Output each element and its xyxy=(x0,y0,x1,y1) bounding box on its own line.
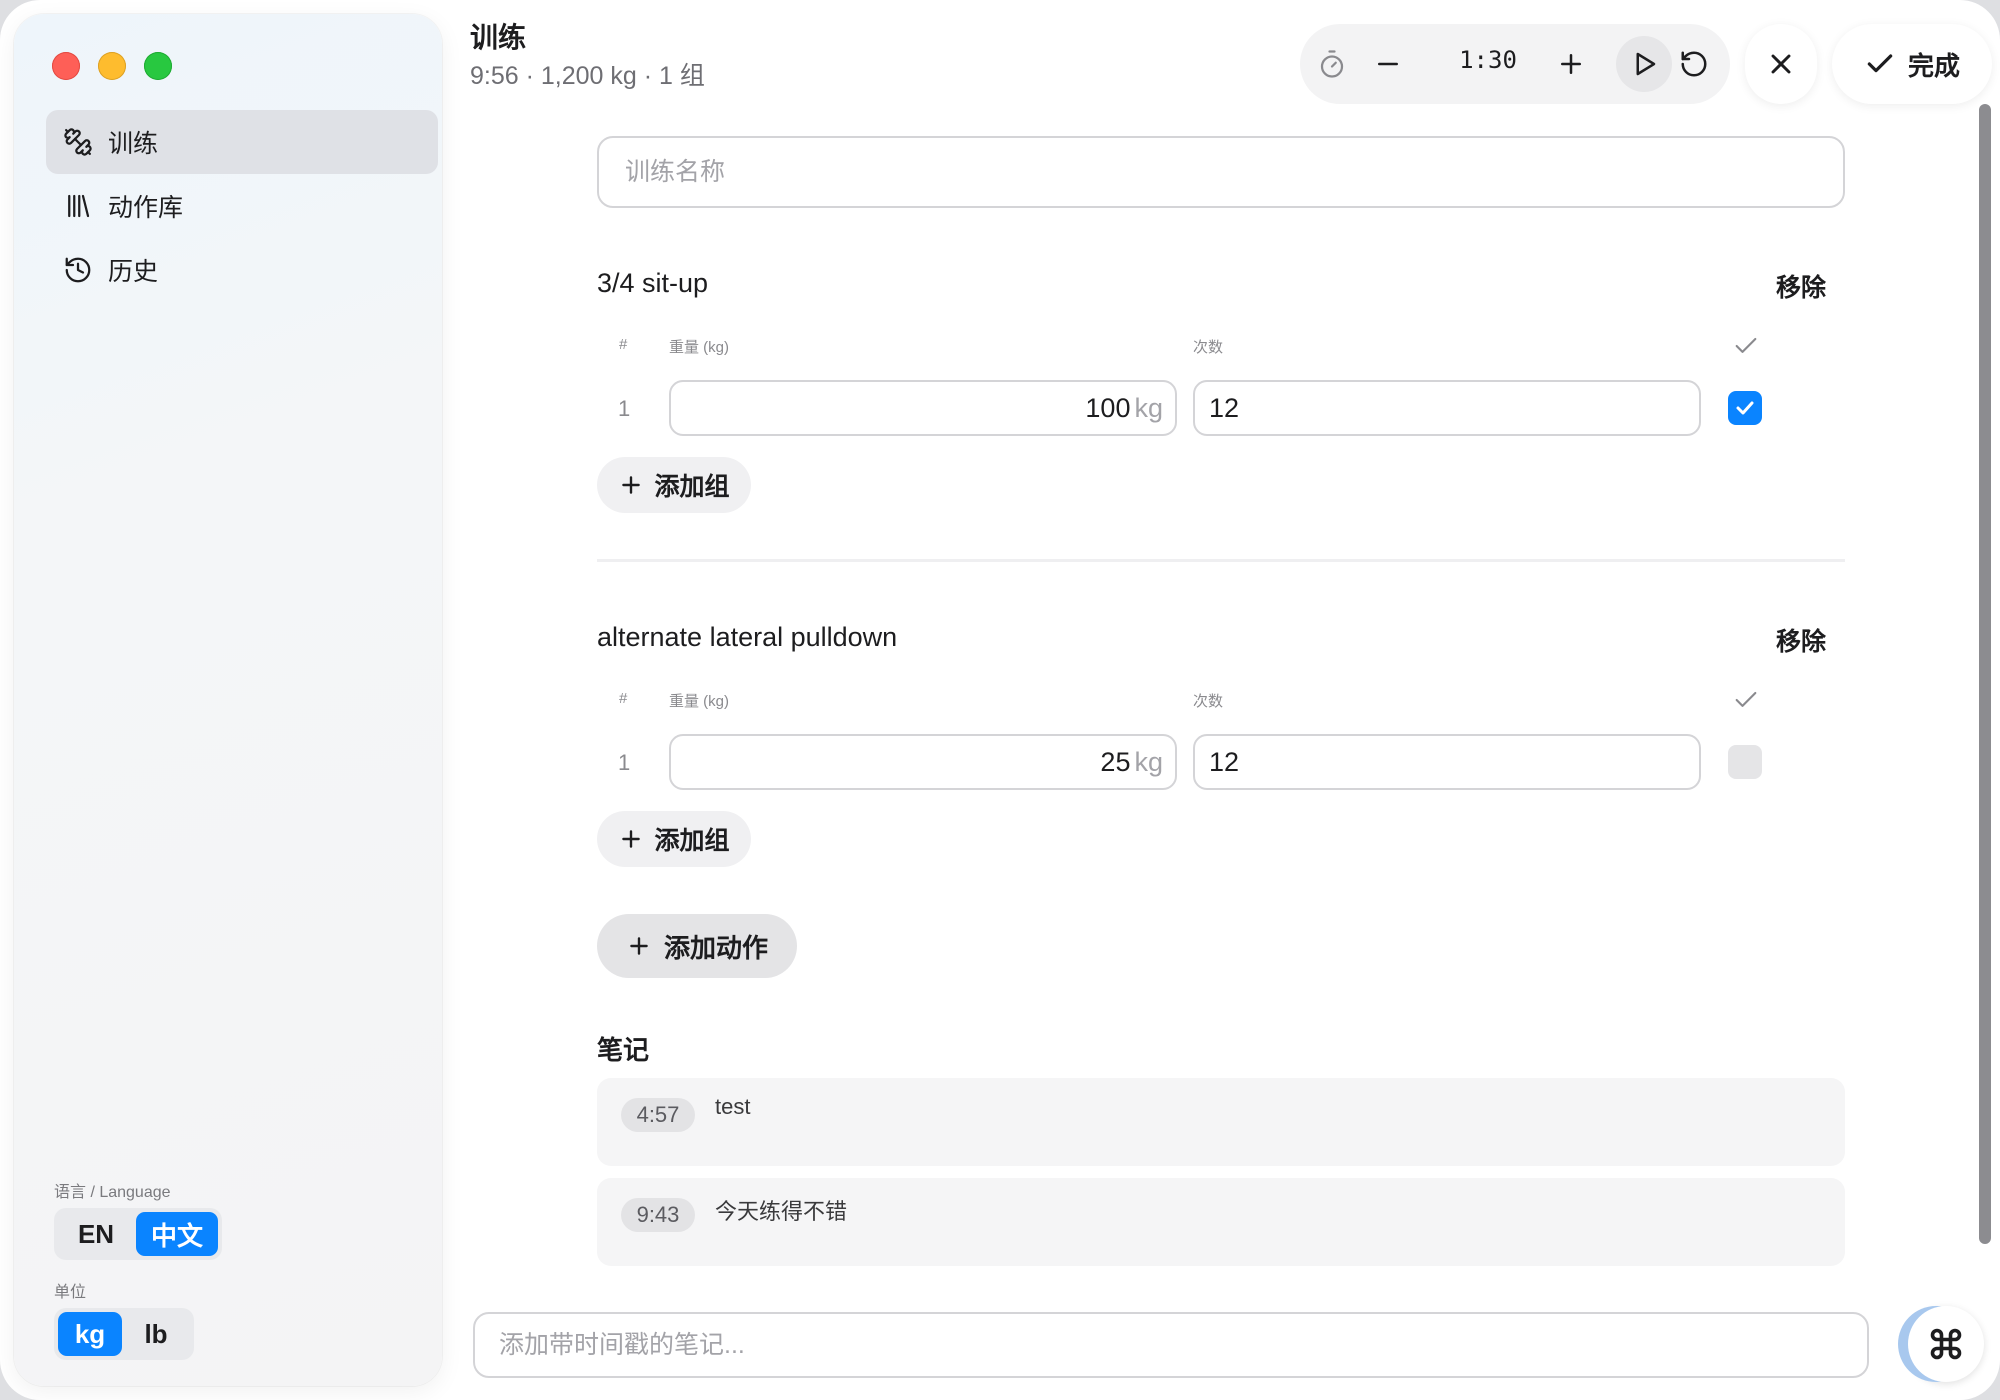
command-button[interactable] xyxy=(1908,1306,1984,1382)
column-header-reps: 次数 xyxy=(1193,339,1224,356)
unit-switch: kg lb xyxy=(54,1308,194,1360)
timer-play-button[interactable] xyxy=(1616,36,1672,92)
sidebar: 训练 动作库 历史 语言 / Language EN 中文 单位 kg lb xyxy=(14,14,442,1386)
set-index: 1 xyxy=(618,396,631,421)
finish-workout-button[interactable]: 完成 xyxy=(1832,24,1992,104)
exercise-title: alternate lateral pulldown xyxy=(597,622,898,652)
column-header-reps: 次数 xyxy=(1193,693,1224,710)
sidebar-item-label: 历史 xyxy=(108,258,159,286)
sidebar-item-history[interactable]: 历史 xyxy=(46,238,438,302)
scrollbar[interactable] xyxy=(1979,104,1991,1244)
discard-workout-button[interactable] xyxy=(1745,24,1817,104)
language-option-en[interactable]: EN xyxy=(58,1212,134,1256)
note-timestamp[interactable]: 4:57 xyxy=(621,1098,695,1132)
weight-value: 25 xyxy=(1100,746,1131,777)
library-icon xyxy=(62,190,94,222)
done-label: 完成 xyxy=(1907,50,1960,81)
plus-icon xyxy=(622,476,641,494)
notes-heading: 笔记 xyxy=(597,1035,650,1065)
reps-input[interactable]: 12 xyxy=(1193,380,1701,436)
remove-exercise-button[interactable]: 移除 xyxy=(1776,622,1826,658)
unit-option-kg[interactable]: kg xyxy=(58,1312,122,1356)
weight-unit: kg xyxy=(1134,392,1163,423)
plus-icon xyxy=(622,830,641,848)
column-header-weight: 重量 (kg) xyxy=(669,693,730,710)
app-window: 训练 动作库 历史 语言 / Language EN 中文 单位 kg lb 训… xyxy=(0,0,2000,1400)
note-text: test xyxy=(715,1094,751,1119)
column-header-index: # xyxy=(619,690,628,707)
zoom-window-button[interactable] xyxy=(144,52,172,80)
timer-display: 1:30 xyxy=(1459,46,1517,74)
weight-unit: kg xyxy=(1134,746,1163,777)
add-set-label: 添加组 xyxy=(654,827,730,855)
sidebar-item-workout[interactable]: 训练 xyxy=(46,110,438,174)
minimize-window-button[interactable] xyxy=(98,52,126,80)
weight-input[interactable]: 25 kg xyxy=(669,734,1177,790)
unit-option-lb[interactable]: lb xyxy=(124,1312,188,1356)
column-header-weight: 重量 (kg) xyxy=(669,339,730,356)
completed-column-check-icon xyxy=(1735,337,1757,353)
timer-increase-button[interactable] xyxy=(1547,40,1595,88)
language-caption: 语言 / Language xyxy=(54,1184,171,1201)
close-window-button[interactable] xyxy=(52,52,80,80)
command-icon xyxy=(1930,1328,1962,1360)
remove-exercise-button[interactable]: 移除 xyxy=(1776,268,1826,304)
unit-caption: 单位 xyxy=(54,1284,87,1301)
exercise-title: 3/4 sit-up xyxy=(597,268,709,298)
language-option-zh[interactable]: 中文 xyxy=(136,1212,218,1256)
set-complete-checkbox[interactable] xyxy=(1728,745,1762,779)
sidebar-item-label: 动作库 xyxy=(108,194,184,222)
reps-value: 12 xyxy=(1209,746,1240,777)
checkmark-icon xyxy=(1867,54,1893,73)
set-index: 1 xyxy=(618,750,631,775)
note-text: 今天练得不错 xyxy=(715,1199,848,1224)
timer-decrease-button[interactable] xyxy=(1364,40,1412,88)
dumbbell-icon xyxy=(62,126,94,158)
close-icon xyxy=(1771,54,1791,74)
add-set-button[interactable]: 添加组 xyxy=(597,811,751,867)
reps-value: 12 xyxy=(1209,392,1240,423)
completed-column-check-icon xyxy=(1735,691,1757,707)
checkmark-icon xyxy=(1736,401,1754,415)
plus-icon xyxy=(630,937,648,955)
sidebar-item-library[interactable]: 动作库 xyxy=(46,174,438,238)
timer-reset-button[interactable] xyxy=(1670,40,1718,88)
reps-input[interactable]: 12 xyxy=(1193,734,1701,790)
note-item: 9:43 今天练得不错 xyxy=(597,1178,1845,1266)
sidebar-nav: 训练 动作库 历史 xyxy=(46,110,438,302)
note-timestamp[interactable]: 9:43 xyxy=(621,1198,695,1232)
weight-input[interactable]: 100 kg xyxy=(669,380,1177,436)
stopwatch-icon xyxy=(1308,40,1356,88)
column-header-index: # xyxy=(619,336,628,353)
page-title: 训练 xyxy=(470,22,527,53)
history-icon xyxy=(62,254,94,286)
add-exercise-label: 添加动作 xyxy=(663,932,768,963)
language-switch: EN 中文 xyxy=(54,1208,222,1260)
workout-summary: 9:56 · 1,200 kg · 1 组 xyxy=(470,62,705,90)
note-item: 4:57 test xyxy=(597,1078,1845,1166)
exercise-divider xyxy=(597,559,1845,562)
add-set-label: 添加组 xyxy=(654,473,730,501)
rest-timer: 1:30 xyxy=(1300,24,1730,104)
note-input[interactable] xyxy=(473,1312,1869,1378)
add-exercise-button[interactable]: 添加动作 xyxy=(597,914,797,978)
add-set-button[interactable]: 添加组 xyxy=(597,457,751,513)
set-complete-checkbox[interactable] xyxy=(1728,391,1762,425)
weight-value: 100 xyxy=(1085,392,1131,423)
sidebar-item-label: 训练 xyxy=(108,130,159,158)
workout-name-input[interactable] xyxy=(597,136,1845,208)
